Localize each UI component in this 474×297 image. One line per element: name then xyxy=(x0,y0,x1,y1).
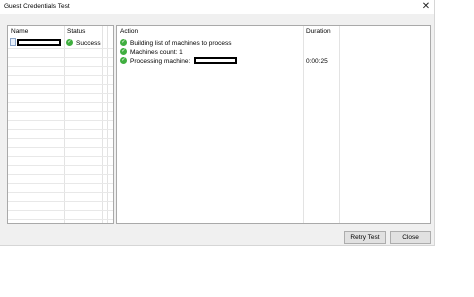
dialog-window: Guest Credentials Test ✕ Name ^ Status ✓… xyxy=(0,0,435,246)
window-title: Guest Credentials Test xyxy=(4,3,70,10)
check-circle-icon: ✓ xyxy=(120,38,127,46)
column-divider xyxy=(102,26,103,223)
column-header-action[interactable]: Action xyxy=(120,28,138,35)
status-cell: ✓ Success xyxy=(66,38,101,48)
title-bar: Guest Credentials Test ✕ xyxy=(0,0,434,14)
column-header-duration[interactable]: Duration xyxy=(306,28,331,35)
table-row[interactable]: ✓ Success xyxy=(8,38,113,48)
machines-list[interactable]: Name ^ Status ✓ Success xyxy=(7,25,114,224)
column-header-status[interactable]: Status xyxy=(67,28,85,35)
column-divider xyxy=(107,26,108,223)
action-cell: ✓ Machines count: 1 xyxy=(120,47,183,57)
status-text: Success xyxy=(76,40,101,47)
column-header-name[interactable]: Name xyxy=(11,28,28,35)
table-row[interactable]: ✓ Machines count: 1 xyxy=(117,47,430,57)
check-circle-icon: ✓ xyxy=(66,38,73,46)
close-button[interactable]: Close xyxy=(390,231,431,244)
table-row[interactable]: ✓ Building list of machines to process xyxy=(117,38,430,48)
action-text: Building list of machines to process xyxy=(130,40,232,47)
actions-list[interactable]: Action Duration ✓ Building list of machin… xyxy=(116,25,431,224)
table-row[interactable]: ✓ Processing machine: 0:00:25 xyxy=(117,56,430,66)
close-icon[interactable]: ✕ xyxy=(420,0,432,13)
file-icon xyxy=(10,38,16,47)
retry-test-button[interactable]: Retry Test xyxy=(344,231,386,244)
machine-name-cell xyxy=(10,38,61,48)
redacted-machine-name xyxy=(194,56,238,64)
action-cell: ✓ Building list of machines to process xyxy=(120,38,232,48)
machines-list-header: Name ^ Status xyxy=(8,26,113,37)
column-divider xyxy=(64,26,65,223)
check-circle-icon: ✓ xyxy=(120,56,127,64)
action-text: Processing machine: xyxy=(130,58,191,65)
actions-list-header: Action Duration xyxy=(117,26,430,37)
action-cell: ✓ Processing machine: xyxy=(120,56,238,66)
action-text: Machines count: 1 xyxy=(130,49,183,56)
duration-cell: 0:00:25 xyxy=(306,58,328,65)
redacted-machine-name xyxy=(17,38,61,46)
check-circle-icon: ✓ xyxy=(120,47,127,55)
sort-up-icon: ^ xyxy=(34,25,37,30)
